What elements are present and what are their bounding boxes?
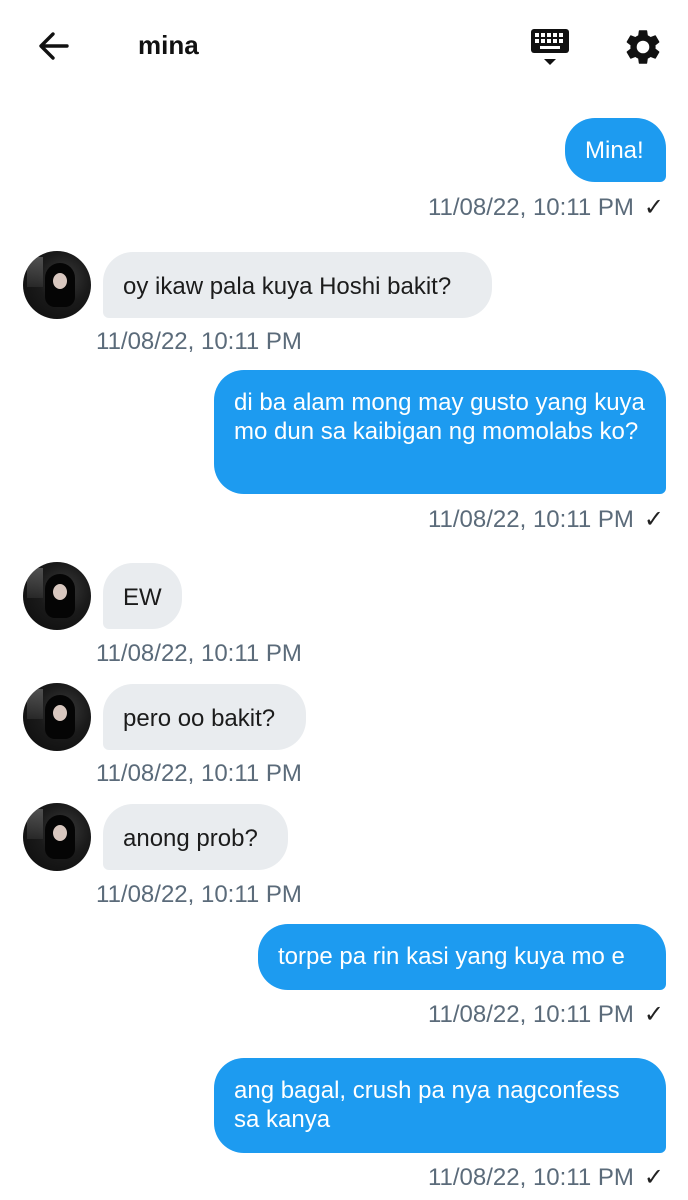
avatar[interactable] [23, 683, 91, 751]
message-text: oy ikaw pala kuya Hoshi bakit? [123, 273, 452, 300]
message-timestamp: 11/08/22, 10:11 PM [96, 328, 302, 355]
message-timestamp: 11/08/22, 10:11 PM ✓ [427, 194, 664, 221]
settings-button[interactable] [622, 26, 664, 68]
avatar[interactable] [23, 803, 91, 871]
message-timestamp: 11/08/22, 10:11 PM [96, 760, 302, 787]
checkmark-icon: ✓ [643, 1164, 664, 1191]
conversation-header: mina [0, 0, 688, 96]
keyboard-icon [531, 29, 569, 65]
message-text: torpe pa rin kasi yang kuya mo e [278, 943, 625, 970]
outgoing-message-bubble[interactable]: ang bagal, crush pa nya nagconfess sa ka… [214, 1058, 666, 1153]
back-button[interactable] [34, 26, 74, 66]
arrow-left-icon [39, 32, 69, 60]
avatar[interactable] [23, 562, 91, 630]
message-timestamp: 11/08/22, 10:11 PM ✓ [427, 1164, 664, 1191]
message-text: pero oo bakit? [123, 705, 276, 732]
message-text: ang bagal, crush pa nya nagconfess sa ka… [234, 1077, 620, 1133]
checkmark-icon: ✓ [643, 194, 664, 221]
message-timestamp: 11/08/22, 10:11 PM ✓ [427, 1001, 664, 1028]
message-timestamp: 11/08/22, 10:11 PM [96, 881, 302, 908]
outgoing-message-bubble[interactable]: di ba alam mong may gusto yang kuya mo d… [214, 370, 666, 494]
avatar[interactable] [23, 251, 91, 319]
message-text: EW [123, 584, 162, 611]
message-text: anong prob? [123, 825, 258, 852]
message-text: Mina! [585, 137, 644, 164]
incoming-message-bubble[interactable]: pero oo bakit? [103, 684, 306, 750]
conversation-title: mina [138, 30, 199, 60]
message-timestamp: 11/08/22, 10:11 PM ✓ [427, 506, 664, 533]
incoming-message-bubble[interactable]: EW [103, 563, 182, 629]
incoming-message-bubble[interactable]: anong prob? [103, 804, 288, 870]
outgoing-message-bubble[interactable]: torpe pa rin kasi yang kuya mo e [258, 924, 666, 990]
outgoing-message-bubble[interactable]: Mina! [565, 118, 666, 182]
incoming-message-bubble[interactable]: oy ikaw pala kuya Hoshi bakit? [103, 252, 492, 318]
gear-icon [626, 30, 660, 64]
message-timestamp: 11/08/22, 10:11 PM [96, 640, 302, 667]
keyboard-button[interactable] [528, 26, 572, 70]
checkmark-icon: ✓ [643, 506, 664, 533]
checkmark-icon: ✓ [643, 1001, 664, 1028]
message-text: di ba alam mong may gusto yang kuya mo d… [234, 389, 645, 445]
